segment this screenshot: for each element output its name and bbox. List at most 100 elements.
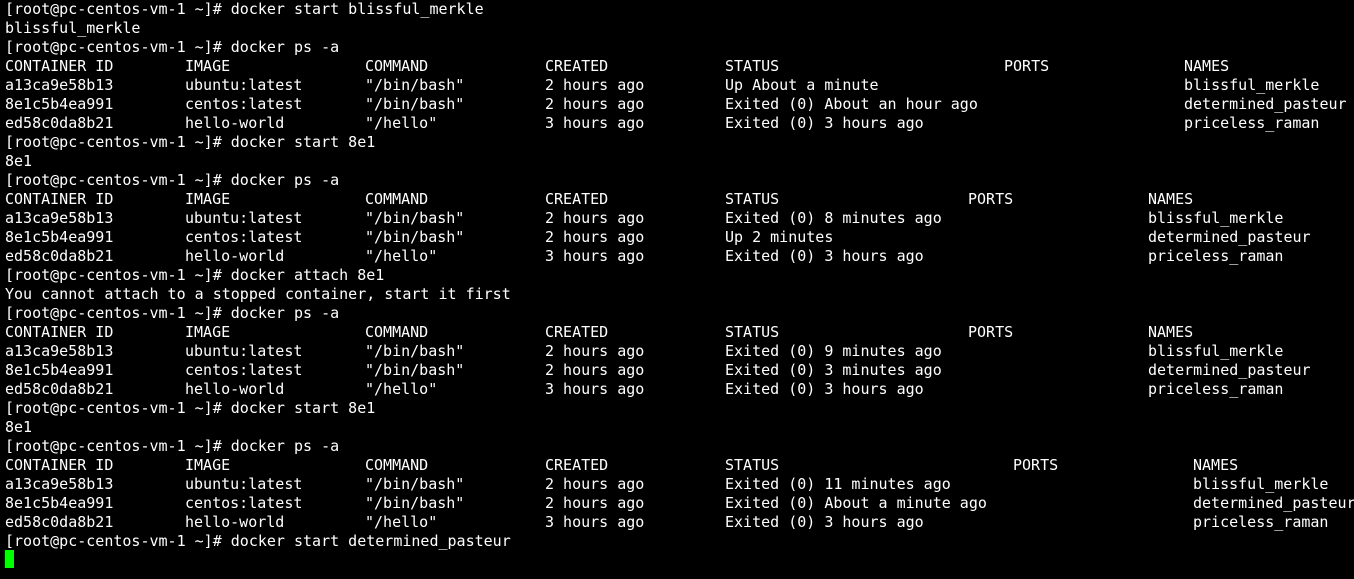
cell-image: centos:latest: [185, 95, 303, 113]
header-ports: PORTS: [1004, 57, 1050, 75]
output-line: 8e1: [5, 152, 33, 170]
output-line: You cannot attach to a stopped container…: [5, 285, 511, 303]
cell-names: blissful_merkle: [1148, 342, 1284, 360]
header-created: CREATED: [545, 57, 609, 75]
header-command: COMMAND: [365, 190, 429, 208]
header-status: STATUS: [725, 456, 780, 474]
header-command: COMMAND: [365, 456, 429, 474]
cell-status: Exited (0) 3 hours ago: [725, 114, 924, 132]
header-container-id: CONTAINER ID: [5, 456, 114, 474]
cell-container-id: a13ca9e58b13: [5, 342, 114, 360]
header-command: COMMAND: [365, 57, 429, 75]
header-container-id: CONTAINER ID: [5, 323, 114, 341]
cell-created: 2 hours ago: [545, 361, 645, 379]
cell-created: 2 hours ago: [545, 209, 645, 227]
header-status: STATUS: [725, 57, 780, 75]
cell-created: 2 hours ago: [545, 76, 645, 94]
cell-created: 3 hours ago: [545, 114, 645, 132]
cell-names: blissful_merkle: [1184, 76, 1320, 94]
header-ports: PORTS: [968, 323, 1014, 341]
cell-status: Exited (0) 11 minutes ago: [725, 475, 951, 493]
command-prompt-line: [root@pc-centos-vm-1 ~]# docker start 8e…: [5, 399, 376, 417]
cell-image: hello-world: [185, 114, 285, 132]
cell-container-id: ed58c0da8b21: [5, 114, 114, 132]
cell-status: Exited (0) 8 minutes ago: [725, 209, 942, 227]
command-prompt-line: [root@pc-centos-vm-1 ~]# docker ps -a: [5, 304, 340, 322]
cell-command: "/bin/bash": [365, 95, 465, 113]
cell-container-id: ed58c0da8b21: [5, 513, 114, 531]
header-status: STATUS: [725, 323, 780, 341]
cell-container-id: 8e1c5b4ea991: [5, 228, 114, 246]
output-line: blissful_merkle: [5, 19, 141, 37]
header-names: NAMES: [1193, 456, 1239, 474]
text-cursor: [5, 550, 14, 568]
cell-status: Exited (0) 3 minutes ago: [725, 361, 942, 379]
cell-image: centos:latest: [185, 361, 303, 379]
command-prompt-line: [root@pc-centos-vm-1 ~]# docker ps -a: [5, 171, 340, 189]
cell-status: Exited (0) About an hour ago: [725, 95, 978, 113]
header-names: NAMES: [1184, 57, 1230, 75]
cell-image: hello-world: [185, 513, 285, 531]
cell-created: 2 hours ago: [545, 342, 645, 360]
cell-container-id: 8e1c5b4ea991: [5, 361, 114, 379]
header-created: CREATED: [545, 323, 609, 341]
cell-command: "/hello": [365, 114, 438, 132]
header-created: CREATED: [545, 456, 609, 474]
cell-container-id: 8e1c5b4ea991: [5, 494, 114, 512]
cell-names: determined_pasteur: [1193, 494, 1354, 512]
cell-names: blissful_merkle: [1193, 475, 1329, 493]
cell-container-id: ed58c0da8b21: [5, 247, 114, 265]
header-command: COMMAND: [365, 323, 429, 341]
cell-container-id: 8e1c5b4ea991: [5, 95, 114, 113]
command-prompt-line: [root@pc-centos-vm-1 ~]# docker ps -a: [5, 437, 340, 455]
header-container-id: CONTAINER ID: [5, 190, 114, 208]
cell-created: 3 hours ago: [545, 247, 645, 265]
cell-names: priceless_raman: [1148, 380, 1284, 398]
cell-image: ubuntu:latest: [185, 475, 303, 493]
terminal-window[interactable]: [root@pc-centos-vm-1 ~]# docker start bl…: [0, 0, 1354, 579]
cell-status: Up About a minute: [725, 76, 879, 94]
cell-command: "/bin/bash": [365, 342, 465, 360]
command-prompt-line: [root@pc-centos-vm-1 ~]# docker attach 8…: [5, 266, 385, 284]
cell-created: 2 hours ago: [545, 228, 645, 246]
header-names: NAMES: [1148, 190, 1194, 208]
header-ports: PORTS: [1013, 456, 1059, 474]
cell-command: "/hello": [365, 380, 438, 398]
cell-command: "/bin/bash": [365, 494, 465, 512]
cell-names: determined_pasteur: [1184, 95, 1347, 113]
cell-status: Exited (0) About a minute ago: [725, 494, 987, 512]
cell-status: Up 2 minutes: [725, 228, 834, 246]
cell-created: 2 hours ago: [545, 475, 645, 493]
cell-created: 3 hours ago: [545, 380, 645, 398]
header-image: IMAGE: [185, 456, 231, 474]
cell-command: "/bin/bash": [365, 361, 465, 379]
command-prompt-line: [root@pc-centos-vm-1 ~]# docker start 8e…: [5, 133, 376, 151]
cell-image: ubuntu:latest: [185, 209, 303, 227]
cell-container-id: a13ca9e58b13: [5, 76, 114, 94]
cell-created: 2 hours ago: [545, 95, 645, 113]
cell-names: determined_pasteur: [1148, 361, 1311, 379]
header-image: IMAGE: [185, 190, 231, 208]
cell-command: "/bin/bash": [365, 228, 465, 246]
cell-image: ubuntu:latest: [185, 76, 303, 94]
command-prompt-line: [root@pc-centos-vm-1 ~]# docker start de…: [5, 532, 511, 550]
cell-container-id: a13ca9e58b13: [5, 475, 114, 493]
cell-command: "/hello": [365, 513, 438, 531]
cell-status: Exited (0) 9 minutes ago: [725, 342, 942, 360]
cell-names: priceless_raman: [1193, 513, 1329, 531]
cell-created: 2 hours ago: [545, 494, 645, 512]
cell-image: ubuntu:latest: [185, 342, 303, 360]
output-line: 8e1: [5, 418, 33, 436]
cell-names: blissful_merkle: [1148, 209, 1284, 227]
command-prompt-line: [root@pc-centos-vm-1 ~]# docker ps -a: [5, 38, 340, 56]
header-ports: PORTS: [968, 190, 1014, 208]
cell-command: "/hello": [365, 247, 438, 265]
cell-names: determined_pasteur: [1148, 228, 1311, 246]
cell-image: centos:latest: [185, 228, 303, 246]
cell-image: hello-world: [185, 247, 285, 265]
cell-status: Exited (0) 3 hours ago: [725, 247, 924, 265]
cell-container-id: ed58c0da8b21: [5, 380, 114, 398]
cell-image: hello-world: [185, 380, 285, 398]
command-prompt-line: [root@pc-centos-vm-1 ~]# docker start bl…: [5, 0, 484, 18]
header-container-id: CONTAINER ID: [5, 57, 114, 75]
